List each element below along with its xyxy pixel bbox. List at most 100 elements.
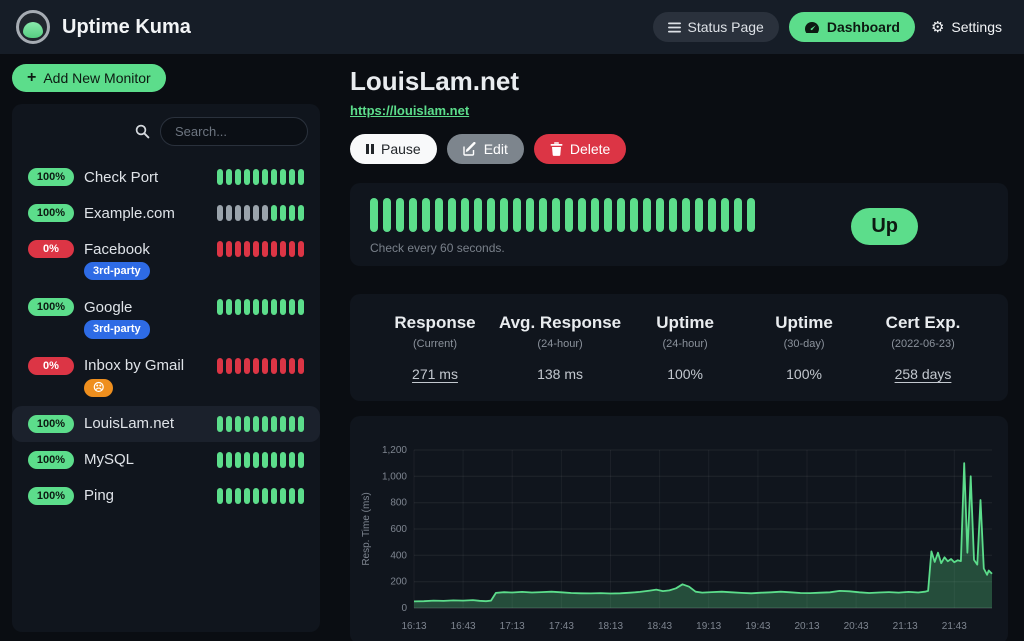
status-badge: Up — [851, 208, 918, 245]
search-input[interactable] — [160, 117, 308, 146]
heartbeat-card: Check every 60 seconds. Up — [350, 183, 1008, 266]
monitor-list-item[interactable]: 100% Ping — [12, 478, 320, 514]
search-icon — [135, 124, 150, 139]
monitor-list-item[interactable]: 100% Google 3rd-party — [12, 289, 320, 347]
dashboard-button[interactable]: Dashboard — [789, 12, 915, 42]
stat-value: 138 ms — [499, 366, 621, 382]
chart-svg: 02004006008001,0001,20016:1316:4317:1317… — [356, 424, 1004, 638]
heartbeat-bar-mini — [217, 169, 304, 185]
svg-text:1,000: 1,000 — [382, 471, 407, 482]
stat-column: Uptime (24-hour) 100% — [630, 313, 740, 382]
edit-label: Edit — [484, 141, 508, 157]
status-page-button[interactable]: Status Page — [653, 12, 779, 42]
monitor-name: MySQL — [84, 451, 217, 468]
monitor-list-item[interactable]: 100% MySQL — [12, 442, 320, 478]
uptime-badge: 100% — [28, 204, 74, 222]
sidebar: + Add New Monitor 100% Check Port 100% E… — [0, 54, 332, 641]
svg-text:16:13: 16:13 — [401, 621, 426, 632]
dashboard-label: Dashboard — [827, 19, 900, 35]
stat-column: Avg. Response (24-hour) 138 ms — [499, 313, 621, 382]
app-logo[interactable] — [16, 10, 50, 44]
svg-text:20:43: 20:43 — [844, 621, 869, 632]
monitor-name: Inbox by Gmail — [84, 357, 217, 374]
svg-text:20:13: 20:13 — [794, 621, 819, 632]
svg-text:17:43: 17:43 — [549, 621, 574, 632]
stat-label: Response — [380, 313, 490, 333]
edit-button[interactable]: Edit — [447, 134, 524, 164]
heartbeat-bar-mini — [217, 358, 304, 374]
add-new-monitor-button[interactable]: + Add New Monitor — [12, 64, 166, 92]
add-new-monitor-label: Add New Monitor — [43, 70, 150, 86]
monitor-name: Example.com — [84, 205, 217, 222]
stats-card: Response (Current) 271 msAvg. Response (… — [350, 294, 1008, 401]
monitor-name: Google — [84, 299, 217, 316]
gear-icon: ⚙ — [931, 20, 944, 35]
kuma-blob-icon — [23, 22, 43, 38]
monitor-name: LouisLam.net — [84, 415, 217, 432]
stat-subtitle: (Current) — [380, 338, 490, 350]
svg-text:17:13: 17:13 — [500, 621, 525, 632]
app-header: Uptime Kuma Status Page Dashboard ⚙ Sett… — [0, 0, 1024, 54]
trash-icon — [550, 142, 563, 156]
svg-text:800: 800 — [390, 498, 407, 509]
monitor-tag: ☹ — [84, 379, 113, 397]
svg-text:0: 0 — [401, 603, 407, 614]
svg-text:400: 400 — [390, 550, 407, 561]
svg-text:18:43: 18:43 — [647, 621, 672, 632]
heartbeat-bar-mini — [217, 241, 304, 257]
settings-button[interactable]: ⚙ Settings — [925, 12, 1008, 42]
monitor-url-link[interactable]: https://louislam.net — [350, 103, 469, 118]
stat-column: Response (Current) 271 ms — [380, 313, 490, 382]
monitor-tag: 3rd-party — [84, 262, 150, 280]
stat-value: 258 days — [868, 366, 978, 382]
heartbeat-bar-mini — [217, 452, 304, 468]
stat-column: Cert Exp. (2022-06-23) 258 days — [868, 313, 978, 382]
monitor-list: 100% Check Port 100% Example.com 0% Face… — [12, 157, 320, 632]
stat-subtitle: (24-hour) — [630, 338, 740, 350]
uptime-badge: 100% — [28, 298, 74, 316]
heartbeat-bar-mini — [217, 416, 304, 432]
status-page-label: Status Page — [688, 19, 764, 35]
edit-pencil-icon — [463, 142, 477, 156]
main-panel: LouisLam.net https://louislam.net Pause … — [332, 54, 1024, 641]
svg-text:Resp. Time (ms): Resp. Time (ms) — [361, 492, 372, 565]
search-row — [12, 104, 320, 157]
monitor-list-item[interactable]: 100% Check Port — [12, 159, 320, 195]
stat-label: Uptime — [749, 313, 859, 333]
stat-value: 271 ms — [380, 366, 490, 382]
monitor-list-item[interactable]: 100% LouisLam.net — [12, 406, 320, 442]
uptime-badge: 100% — [28, 487, 74, 505]
stat-column: Uptime (30-day) 100% — [749, 313, 859, 382]
svg-text:21:43: 21:43 — [942, 621, 967, 632]
action-buttons: Pause Edit Delete — [350, 134, 1008, 164]
delete-button[interactable]: Delete — [534, 134, 626, 164]
monitor-name: Facebook — [84, 241, 217, 258]
pause-icon — [366, 144, 374, 154]
svg-text:18:13: 18:13 — [598, 621, 623, 632]
stat-value: 100% — [749, 366, 859, 382]
gauge-icon — [804, 21, 820, 34]
svg-text:21:13: 21:13 — [893, 621, 918, 632]
monitor-list-item[interactable]: 0% Facebook 3rd-party — [12, 231, 320, 289]
delete-label: Delete — [570, 141, 610, 157]
heartbeat-bar — [370, 198, 851, 232]
svg-text:19:43: 19:43 — [745, 621, 770, 632]
uptime-badge: 0% — [28, 240, 74, 258]
uptime-badge: 100% — [28, 451, 74, 469]
settings-label: Settings — [951, 19, 1002, 35]
svg-text:19:13: 19:13 — [696, 621, 721, 632]
page-title: LouisLam.net — [350, 66, 1008, 97]
monitor-list-card: 100% Check Port 100% Example.com 0% Face… — [12, 104, 320, 632]
monitor-list-item[interactable]: 100% Example.com — [12, 195, 320, 231]
stat-label: Avg. Response — [499, 313, 621, 333]
monitor-list-item[interactable]: 0% Inbox by Gmail ☹ — [12, 348, 320, 406]
stat-label: Cert Exp. — [868, 313, 978, 333]
uptime-badge: 100% — [28, 168, 74, 186]
svg-text:200: 200 — [390, 577, 407, 588]
response-time-chart: 02004006008001,0001,20016:1316:4317:1317… — [350, 416, 1008, 641]
list-icon — [668, 22, 681, 33]
monitor-name: Check Port — [84, 169, 217, 186]
pause-button[interactable]: Pause — [350, 134, 437, 164]
uptime-badge: 0% — [28, 357, 74, 375]
pause-label: Pause — [381, 141, 421, 157]
